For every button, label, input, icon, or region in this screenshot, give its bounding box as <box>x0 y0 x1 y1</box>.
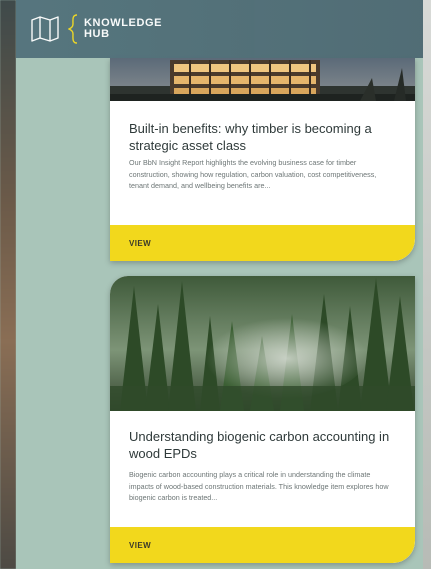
brace-icon <box>68 14 78 44</box>
card-description: Our BbN Insight Report highlights the ev… <box>129 158 377 190</box>
timber-building-photo <box>110 58 415 101</box>
card-title[interactable]: Understanding biogenic carbon accounting… <box>129 428 397 462</box>
view-link[interactable]: VIEW <box>129 541 151 550</box>
knowledge-card[interactable]: Built-in benefits: why timber is becomin… <box>110 58 415 261</box>
book-map-icon[interactable] <box>30 16 60 42</box>
card-footer[interactable]: VIEW <box>110 225 415 261</box>
knowledge-card[interactable]: Understanding biogenic carbon accounting… <box>110 276 415 563</box>
background-photo-left <box>0 0 16 569</box>
background-photo-right <box>423 0 431 569</box>
view-link[interactable]: VIEW <box>129 239 151 248</box>
card-footer[interactable]: VIEW <box>110 527 415 563</box>
card-description: Biogenic carbon accounting plays a criti… <box>129 470 389 502</box>
site-header: KNOWLEDGE HUB <box>16 0 423 58</box>
logo-line-2: HUB <box>84 28 110 40</box>
misty-forest-photo <box>110 276 415 411</box>
site-logo[interactable]: KNOWLEDGE HUB <box>84 18 162 40</box>
card-title[interactable]: Built-in benefits: why timber is becomin… <box>129 120 397 154</box>
